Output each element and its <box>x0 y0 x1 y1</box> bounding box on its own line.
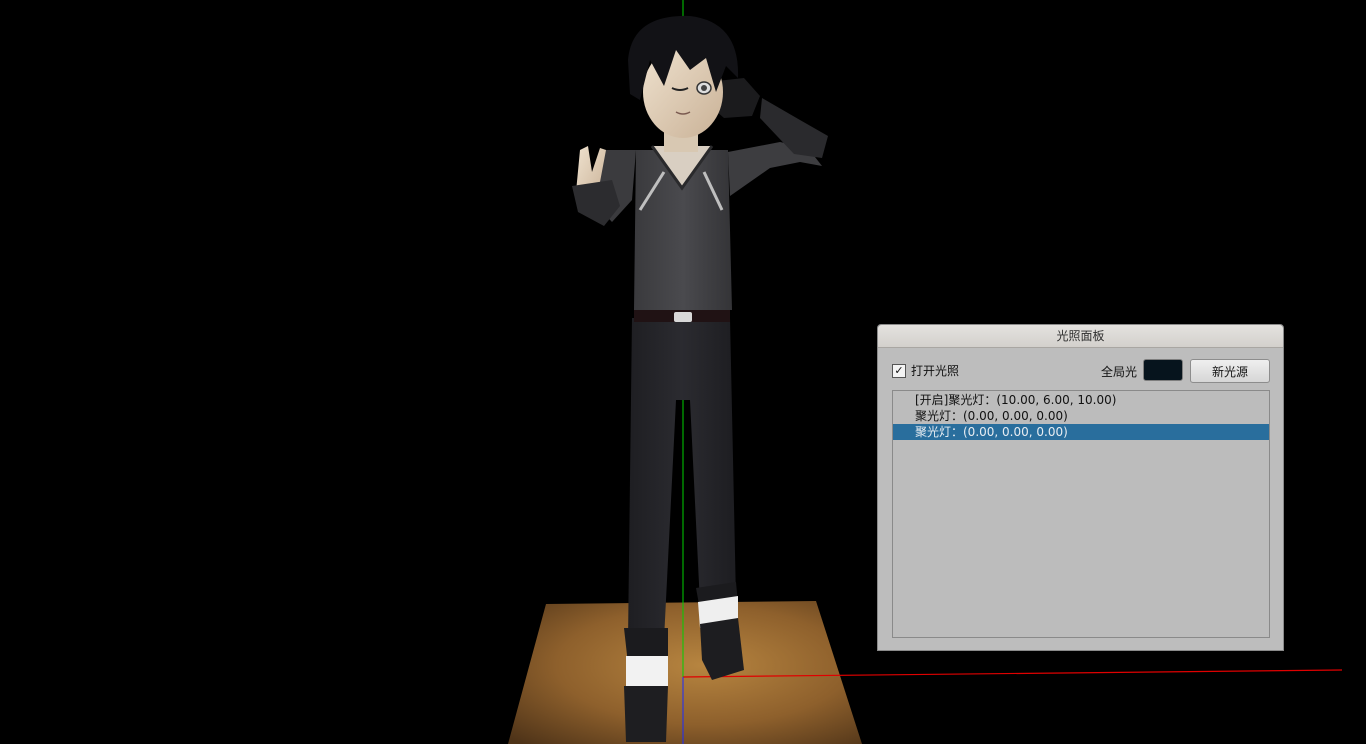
ambient-light-label: 全局光 <box>1101 365 1138 379</box>
light-list-item[interactable]: 聚光灯：(0.00, 0.00, 0.00) <box>893 408 1269 424</box>
enable-lighting-checkbox[interactable]: ✓ 打开光照 <box>892 362 959 379</box>
3d-viewport[interactable]: 光照面板 ✓ 打开光照 全局光 新光源 [开启]聚光灯：(10.00, 6.00… <box>0 0 1366 744</box>
light-list-item[interactable]: 聚光灯：(0.00, 0.00, 0.00) <box>893 424 1269 440</box>
lighting-panel-title: 光照面板 <box>1056 329 1105 343</box>
floor-plane <box>508 601 862 744</box>
new-light-button[interactable]: 新光源 <box>1190 359 1270 383</box>
ambient-color-swatch[interactable] <box>1143 359 1183 381</box>
light-source-list[interactable]: [开启]聚光灯：(10.00, 6.00, 10.00) 聚光灯：(0.00, … <box>892 390 1270 638</box>
lighting-panel-window[interactable]: 光照面板 ✓ 打开光照 全局光 新光源 [开启]聚光灯：(10.00, 6.00… <box>877 324 1284 651</box>
check-icon[interactable]: ✓ <box>892 363 906 378</box>
lighting-panel-titlebar[interactable]: 光照面板 <box>878 325 1283 348</box>
enable-lighting-label: 打开光照 <box>911 364 960 378</box>
lighting-panel-body: ✓ 打开光照 全局光 新光源 [开启]聚光灯：(10.00, 6.00, 10.… <box>878 348 1283 650</box>
light-list-item[interactable]: [开启]聚光灯：(10.00, 6.00, 10.00) <box>893 392 1269 408</box>
